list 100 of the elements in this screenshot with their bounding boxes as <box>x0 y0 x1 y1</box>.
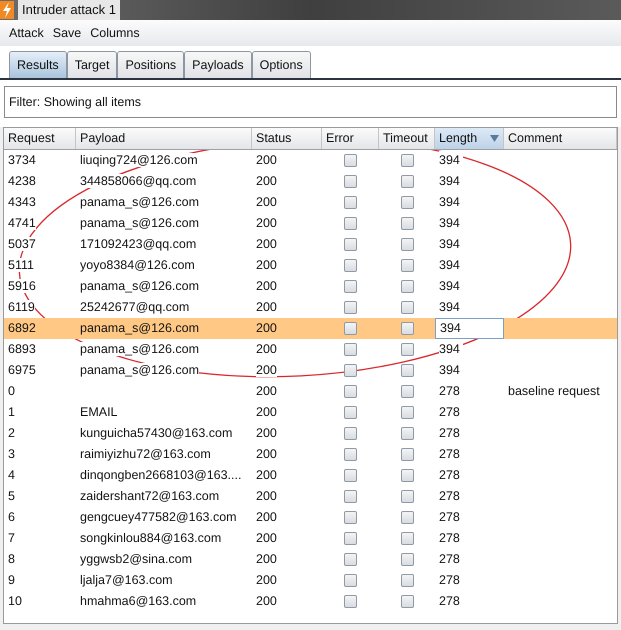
table-row[interactable]: 4238 344858066@qq.com 200 394 <box>4 171 617 192</box>
checkbox[interactable] <box>400 448 414 461</box>
checkbox[interactable] <box>344 259 357 272</box>
checkbox[interactable] <box>344 385 357 398</box>
table-cell: 278 <box>435 381 504 402</box>
tab[interactable]: Payloads <box>184 51 252 78</box>
filter-bar[interactable]: Filter: Showing all items <box>4 86 617 118</box>
checkbox[interactable] <box>344 154 357 167</box>
table-cell: 200 <box>256 237 277 252</box>
checkbox[interactable] <box>344 196 357 209</box>
checkbox[interactable] <box>400 364 414 377</box>
column-header[interactable]: Timeout <box>379 128 435 149</box>
table-row[interactable]: 4741 panama_s@126.com 200 394 <box>4 213 617 234</box>
column-header[interactable]: Error <box>322 128 379 149</box>
checkbox[interactable] <box>344 511 357 524</box>
menu-item[interactable]: Save <box>52 24 82 42</box>
table-cell: 278 <box>435 486 504 507</box>
checkbox[interactable] <box>400 301 414 314</box>
table-row[interactable]: 6 gengcuey477582@163.com 200 278 <box>4 507 617 528</box>
checkbox[interactable] <box>344 406 357 419</box>
checkbox[interactable] <box>344 490 357 503</box>
table-row[interactable]: 3 raimiyizhu72@163.com 200 278 <box>4 444 617 465</box>
table-cell: 394 <box>435 297 504 318</box>
table-cell: panama_s@126.com <box>80 195 200 210</box>
checkbox[interactable] <box>400 217 414 230</box>
table-row[interactable]: 5037 171092423@qq.com 200 394 <box>4 234 617 255</box>
tab[interactable]: Options <box>252 51 311 78</box>
table-row[interactable]: 10 hmahma6@163.com 200 278 <box>4 591 617 612</box>
checkbox[interactable] <box>344 364 357 377</box>
table-row[interactable]: 4343 panama_s@126.com 200 394 <box>4 192 617 213</box>
table-cell: panama_s@126.com <box>80 279 200 294</box>
checkbox[interactable] <box>344 595 357 608</box>
checkbox[interactable] <box>400 385 414 398</box>
checkbox[interactable] <box>400 553 414 566</box>
menu-item[interactable]: Attack <box>9 24 44 42</box>
column-header[interactable]: Request <box>4 128 76 149</box>
checkbox[interactable] <box>344 217 357 230</box>
table-row[interactable]: 6119 25242677@qq.com 200 394 <box>4 297 617 318</box>
checkbox[interactable] <box>400 196 414 209</box>
table-cell: 278 <box>435 549 504 570</box>
table-cell: 278 <box>435 423 504 444</box>
table-cell: 200 <box>256 321 277 336</box>
checkbox[interactable] <box>400 259 414 272</box>
column-header[interactable]: Comment <box>504 128 617 149</box>
checkbox[interactable] <box>400 175 414 188</box>
table-cell: 394 <box>435 171 504 192</box>
checkbox[interactable] <box>400 532 414 545</box>
table-row[interactable]: 7 songkinlou884@163.com 200 278 <box>4 528 617 549</box>
checkbox[interactable] <box>344 343 357 356</box>
checkbox[interactable] <box>400 154 414 167</box>
table-cell: 200 <box>256 531 277 546</box>
table-cell: 200 <box>256 342 277 356</box>
checkbox[interactable] <box>344 238 357 251</box>
checkbox[interactable] <box>344 469 357 482</box>
table-row[interactable]: 9 ljalja7@163.com 200 278 <box>4 570 617 591</box>
table-cell: songkinlou884@163.com <box>80 531 222 546</box>
checkbox[interactable] <box>344 532 357 545</box>
checkbox[interactable] <box>344 280 357 293</box>
checkbox[interactable] <box>344 301 357 314</box>
table-cell: 200 <box>256 216 277 230</box>
column-header[interactable]: Payload <box>76 128 252 149</box>
checkbox[interactable] <box>400 490 414 503</box>
table-cell: 200 <box>256 510 277 524</box>
checkbox[interactable] <box>400 469 414 482</box>
checkbox[interactable] <box>400 343 414 356</box>
checkbox[interactable] <box>344 553 357 566</box>
checkbox[interactable] <box>400 511 414 524</box>
checkbox[interactable] <box>400 322 414 335</box>
tab[interactable]: Positions <box>117 51 184 78</box>
checkbox[interactable] <box>400 280 414 293</box>
checkbox[interactable] <box>400 427 414 440</box>
column-header[interactable]: Length <box>435 128 504 149</box>
table-row[interactable]: 5916 panama_s@126.com 200 394 <box>4 276 617 297</box>
table-row[interactable]: 1 EMAIL 200 278 <box>4 402 617 423</box>
table-row[interactable]: 6893 panama_s@126.com 200 394 <box>4 339 617 360</box>
checkbox[interactable] <box>400 574 414 587</box>
table-row[interactable]: 3734 liuqing724@126.com 200 394 <box>4 150 617 171</box>
checkbox[interactable] <box>344 448 357 461</box>
tab[interactable]: Target <box>66 51 118 78</box>
table-row[interactable]: 6892 panama_s@126.com 200 394 <box>4 318 617 339</box>
table-row[interactable]: 8 yggwsb2@sina.com 200 278 <box>4 549 617 570</box>
checkbox[interactable] <box>400 595 414 608</box>
table-row[interactable]: 0 200 278 baseline request <box>4 381 617 402</box>
table-row[interactable]: 6975 panama_s@126.com 200 394 <box>4 360 617 381</box>
table-row[interactable]: 5111 yoyo8384@126.com 200 394 <box>4 255 617 276</box>
checkbox[interactable] <box>400 238 414 251</box>
table-cell: 394 <box>435 339 504 360</box>
column-header[interactable]: Status <box>252 128 322 149</box>
tab[interactable]: Results <box>9 51 67 78</box>
menu-item[interactable]: Columns <box>90 24 140 42</box>
checkbox[interactable] <box>344 574 357 587</box>
table-row[interactable]: 2 kunguicha57430@163.com 200 278 <box>4 423 617 444</box>
table-row[interactable]: 5 zaidershant72@163.com 200 278 <box>4 486 617 507</box>
checkbox[interactable] <box>344 322 357 335</box>
checkbox[interactable] <box>344 427 357 440</box>
checkbox[interactable] <box>344 175 357 188</box>
checkbox[interactable] <box>400 406 414 419</box>
table-row[interactable]: 4 dinqongben2668103@163.... 200 278 <box>4 465 617 486</box>
table-cell: 5916 <box>8 279 36 294</box>
table-cell: 10 <box>8 594 22 608</box>
